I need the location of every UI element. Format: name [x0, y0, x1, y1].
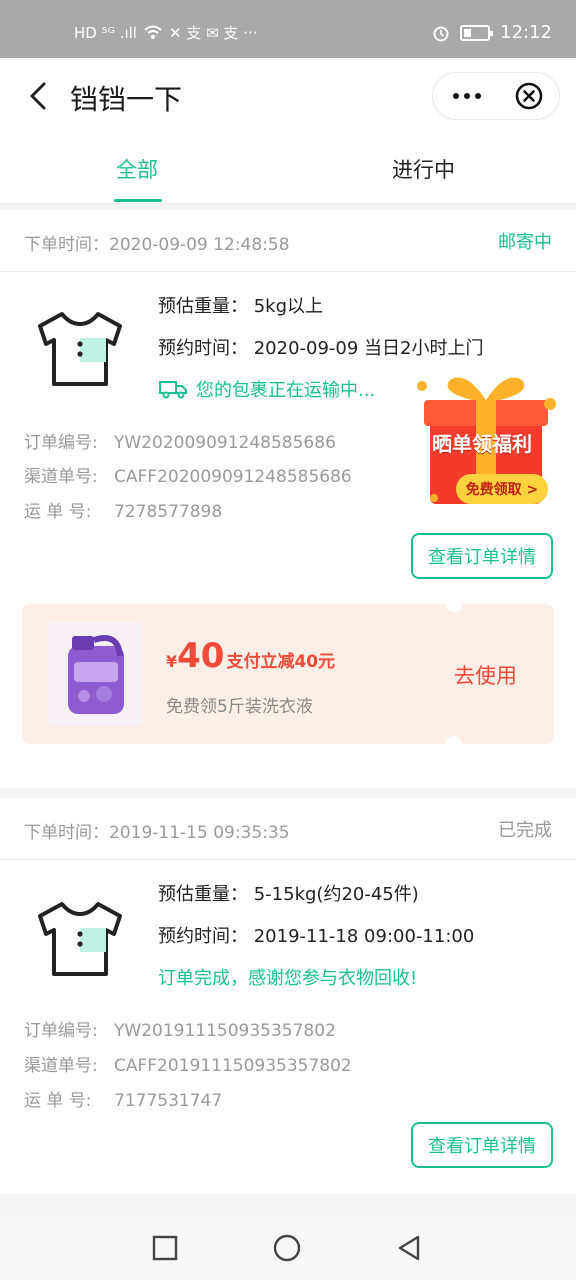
system-nav-bar — [0, 1216, 576, 1280]
appointment-time: 预约时间： 2019-11-18 09:00-11:00 — [158, 926, 475, 947]
truck-icon — [159, 381, 187, 399]
appointment-time: 预约时间： 2020-09-09 当日2小时上门 — [158, 338, 484, 359]
tshirt-icon — [38, 312, 122, 386]
back-triangle-icon[interactable] — [396, 1234, 422, 1262]
waybill-number: 运 单 号: 7278577898 — [24, 502, 223, 522]
order-time: 下单时间：2019-11-15 09:35:35 — [24, 823, 290, 843]
channel-number: 渠道单号: CAFF202009091248585686 — [24, 467, 352, 487]
free-claim-button[interactable]: 免费领取 > — [456, 474, 548, 504]
promo-coupon[interactable]: ¥ 40 支付立减40元 免费领5斤装洗衣液 去使用 — [22, 596, 554, 752]
completion-message: 订单完成，感谢您参与衣物回收! — [158, 968, 418, 989]
signal-icon: HD ⁵ᴳ .ıll — [74, 23, 137, 42]
tab-active-indicator — [114, 199, 162, 202]
promo-price: ¥ 40 支付立减40元 — [166, 636, 336, 676]
home-icon[interactable] — [273, 1234, 301, 1262]
alarm-icon — [433, 26, 449, 41]
page-title: 铛铛一下 — [70, 83, 183, 116]
tab-in-progress[interactable]: 进行中 — [392, 154, 455, 184]
mini-program-capsule — [432, 72, 560, 120]
close-circle-icon[interactable] — [515, 82, 543, 110]
order-card: 下单时间：2019-11-15 09:35:35 已完成 预估重量： 5-15k… — [0, 798, 576, 1194]
nav-header: 铛铛一下 — [0, 58, 576, 136]
progress-text: 您的包裹正在运输中... — [196, 380, 376, 401]
view-order-detail-button[interactable]: 查看订单详情 — [411, 533, 553, 579]
recent-apps-icon[interactable] — [152, 1235, 178, 1261]
order-card-header: 下单时间：2019-11-15 09:35:35 已完成 — [0, 798, 576, 860]
battery-icon — [460, 24, 494, 41]
detergent-bottle-image — [48, 622, 142, 726]
order-tabs: 全部 进行中 — [0, 136, 576, 204]
channel-number: 渠道单号: CAFF201911150935357802 — [24, 1056, 352, 1076]
wifi-icon — [144, 25, 162, 39]
app-notification-icons: ✕ 支 ✉ 支 ··· — [168, 24, 258, 42]
order-card-header: 下单时间：2020-09-09 12:48:58 邮寄中 — [0, 210, 576, 272]
chevron-left-icon[interactable] — [20, 76, 60, 116]
promo-subtitle: 免费领5斤装洗衣液 — [166, 697, 313, 717]
shipping-progress: 您的包裹正在运输中... — [158, 376, 375, 402]
status-bar: HD ⁵ᴳ .ıll ✕ 支 ✉ 支 ··· 12:12 — [0, 0, 576, 58]
view-order-detail-button[interactable]: 查看订单详情 — [411, 1122, 553, 1168]
tab-all[interactable]: 全部 — [116, 154, 158, 184]
status-time: 12:12 — [500, 22, 552, 43]
estimated-weight: 预估重量： 5kg以上 — [158, 296, 324, 317]
order-status: 已完成 — [498, 820, 552, 841]
order-status: 邮寄中 — [498, 232, 552, 253]
waybill-number: 运 单 号: 7177531747 — [24, 1091, 223, 1111]
gift-title: 晒单领福利 — [432, 432, 532, 456]
tshirt-icon — [38, 902, 122, 976]
order-time: 下单时间：2020-09-09 12:48:58 — [24, 235, 290, 255]
estimated-weight: 预估重量： 5-15kg(约20-45件) — [158, 884, 419, 905]
more-dots-icon[interactable] — [443, 73, 491, 119]
order-number: 订单编号: YW201911150935357802 — [24, 1021, 336, 1041]
use-coupon-button[interactable]: 去使用 — [454, 660, 517, 690]
order-number: 订单编号: YW202009091248585686 — [24, 433, 336, 453]
